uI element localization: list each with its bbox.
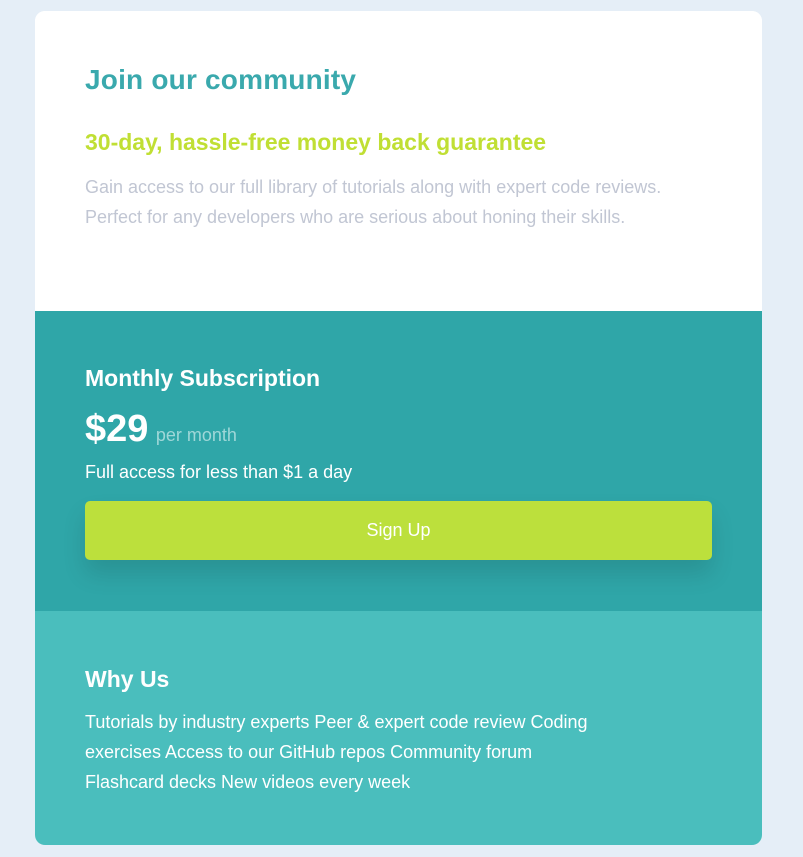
- subscription-price: $29: [85, 408, 149, 450]
- community-section: Join our community 30-day, hassle-free m…: [35, 11, 762, 311]
- subscription-title: Monthly Subscription: [85, 365, 321, 391]
- sign-up-button[interactable]: Sign Up: [85, 501, 712, 560]
- why-us-features: Tutorials by industry experts Peer & exp…: [85, 712, 588, 792]
- why-us-section: Why Us Tutorials by industry experts Pee…: [35, 611, 762, 845]
- pricing-card: Join our community 30-day, hassle-free m…: [35, 11, 762, 845]
- price-row: $29 per month: [85, 407, 237, 459]
- why-us-title: Why Us: [85, 666, 170, 692]
- page-title: Join our community: [85, 64, 357, 95]
- guarantee-heading: 30-day, hassle-free money back guarantee: [85, 129, 547, 155]
- access-description: Full access for less than $1 a day: [85, 462, 353, 482]
- community-description: Gain access to our full library of tutor…: [85, 177, 662, 227]
- subscription-section: Monthly Subscription $29 per month Full …: [35, 311, 762, 611]
- billing-period: per month: [155, 425, 237, 445]
